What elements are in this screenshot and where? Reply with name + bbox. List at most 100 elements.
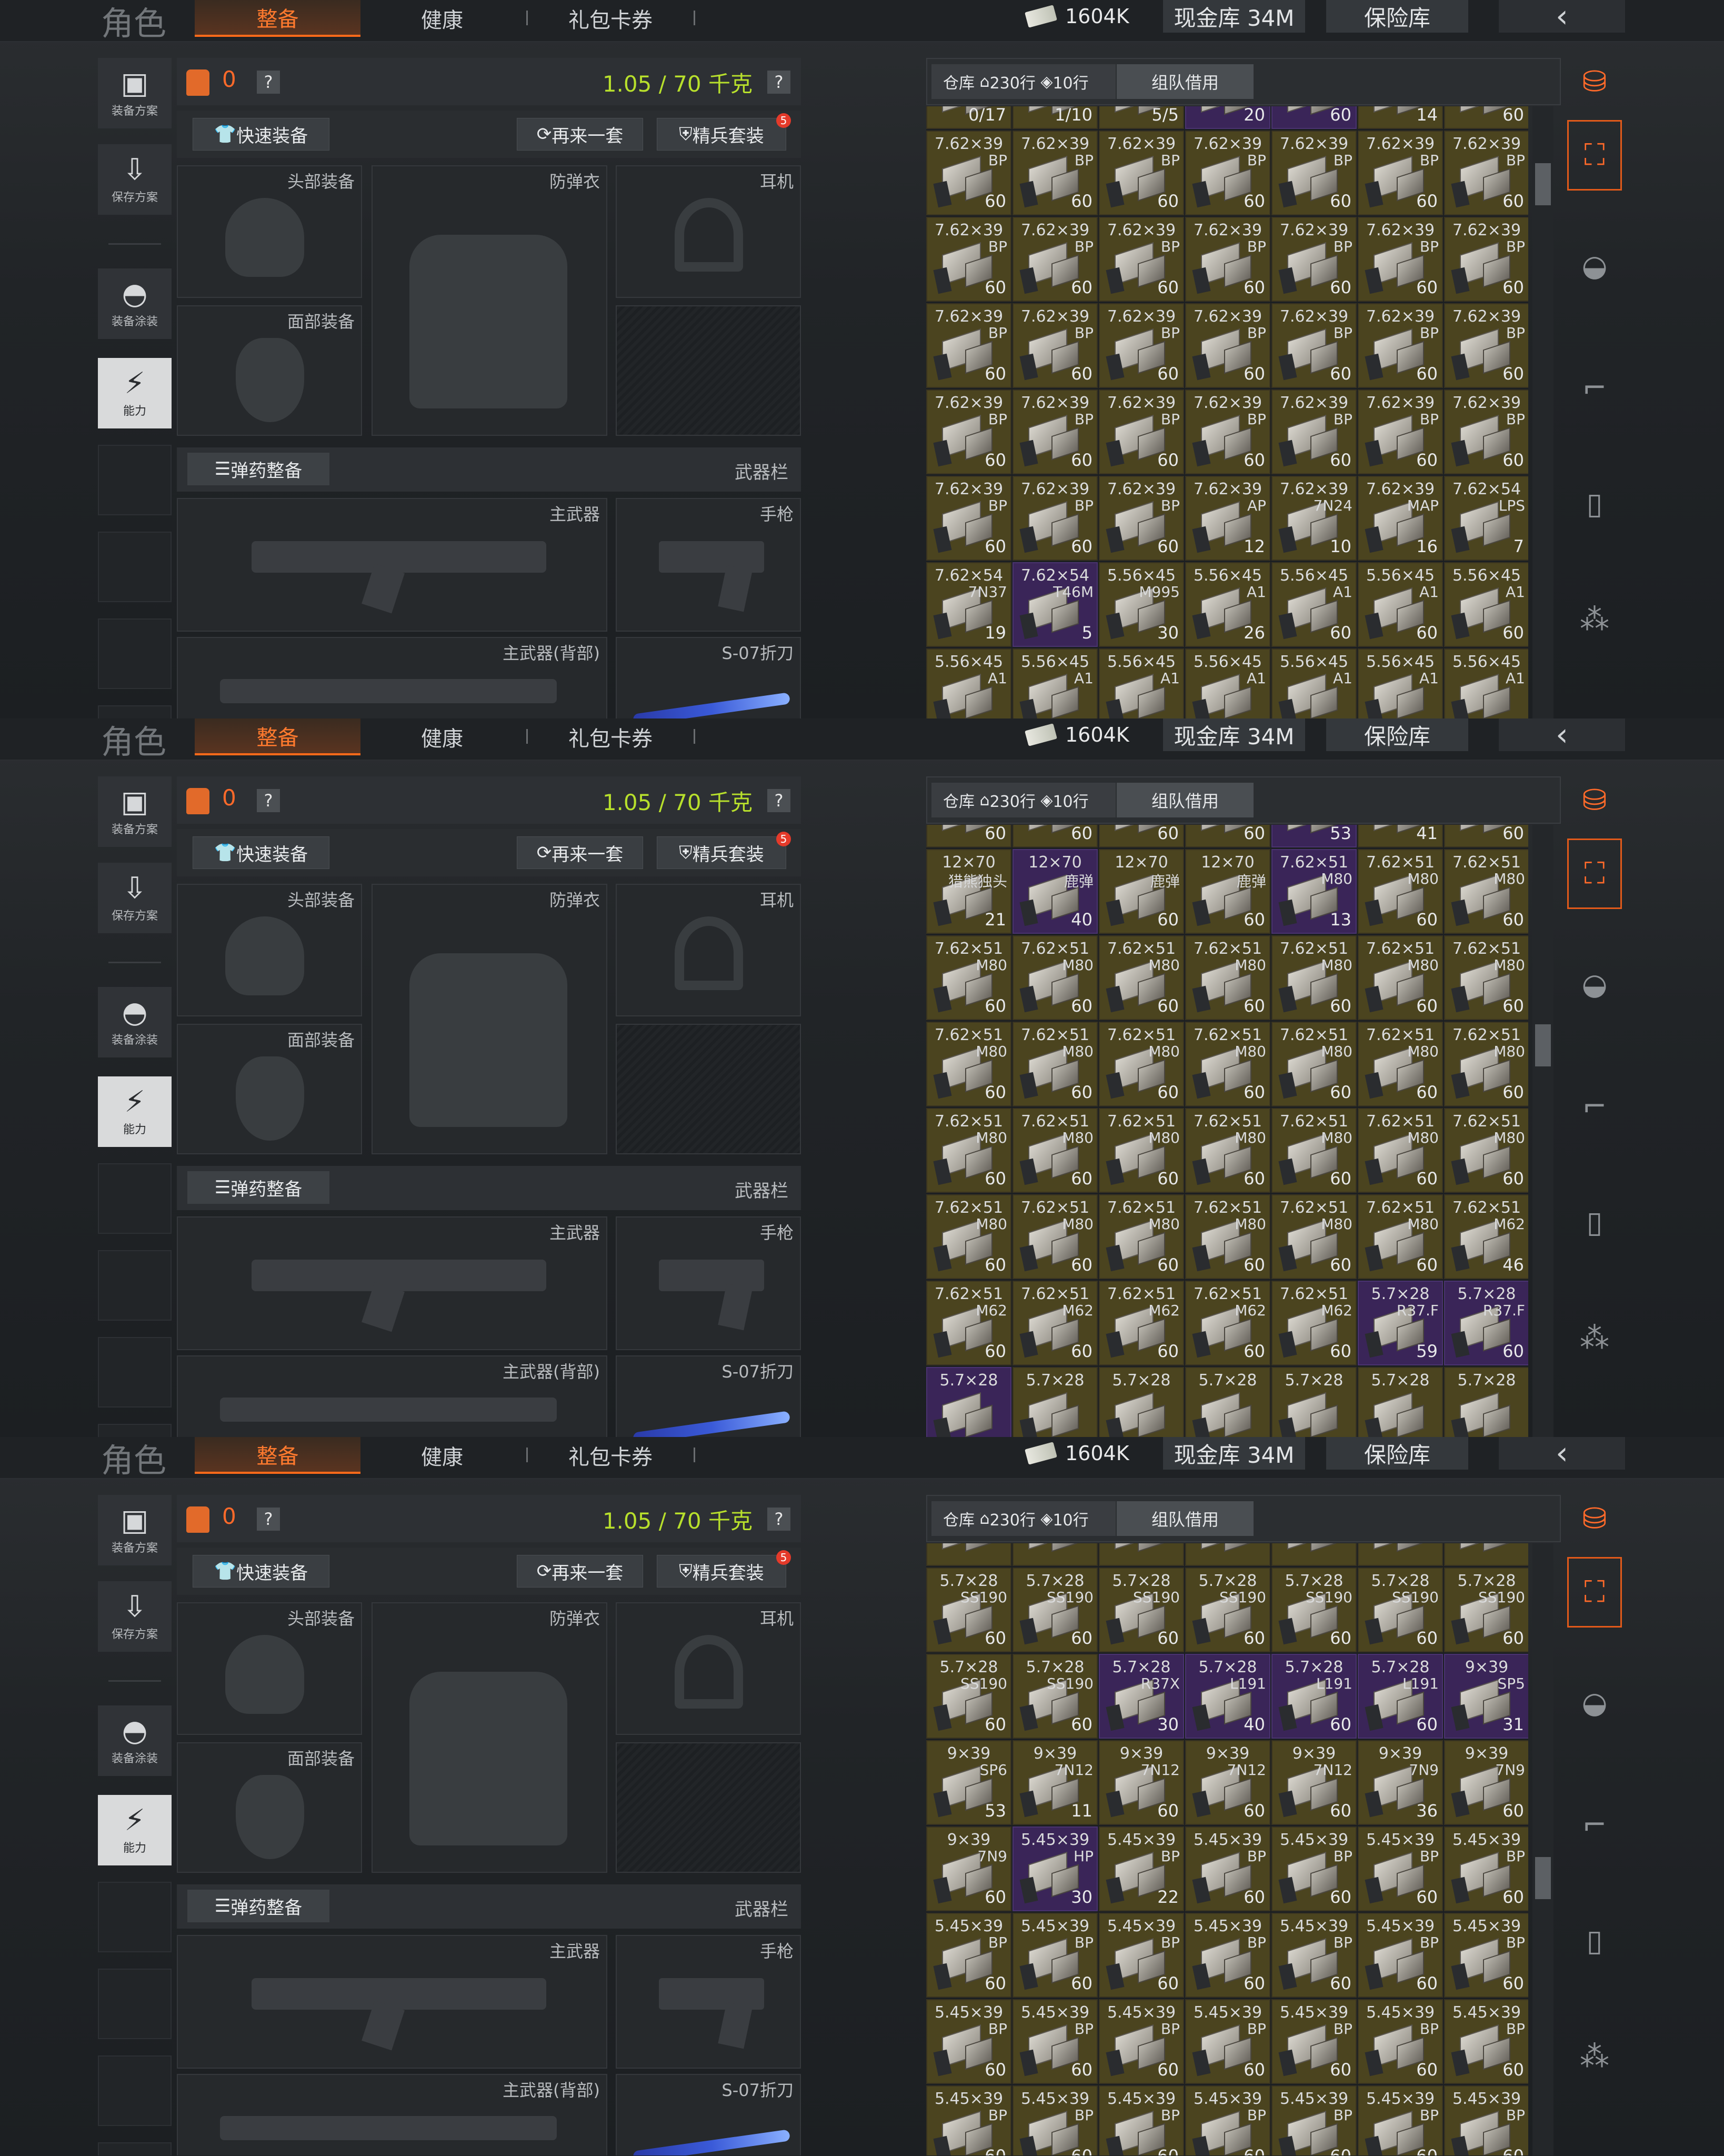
primary-weapon-slot[interactable]: 主武器: [177, 498, 607, 632]
ear-slot[interactable]: 耳机: [616, 884, 801, 1016]
sidebar-item-4[interactable]: ⚡ 能力: [98, 358, 172, 428]
inventory-cell[interactable]: 7.62×54 LPS 7: [1444, 476, 1528, 561]
safe-box-button[interactable]: 保险库: [1326, 1437, 1468, 1470]
armor-slot[interactable]: 防弹衣: [372, 1602, 607, 1873]
help-button[interactable]: ?: [257, 789, 280, 812]
inventory-cell[interactable]: 5.7×28 L191 60: [1271, 1654, 1357, 1739]
inventory-cell[interactable]: 7.62×39 BP 60: [926, 390, 1011, 474]
inventory-cell[interactable]: 5.7×28 R37.F 59: [1358, 1281, 1443, 1365]
inventory-cell[interactable]: 5.7×28: [1358, 1367, 1443, 1437]
ammo-icon[interactable]: ⁂: [1567, 2021, 1622, 2092]
inventory-cell[interactable]: 7.62×39 BP 60: [1099, 476, 1184, 561]
inventory-cell[interactable]: 5.7×28 SS190 60: [926, 1568, 1011, 1652]
inventory-cell[interactable]: 7.62×39 BP 60: [1358, 390, 1443, 474]
inventory-cell[interactable]: 7.62×51 M80 60: [1358, 1108, 1443, 1193]
inventory-cell[interactable]: 5.45×39BP 60: [1271, 1913, 1357, 1998]
inventory-cell[interactable]: 5/5: [1099, 106, 1184, 129]
scrollbar-thumb[interactable]: [1535, 163, 1551, 205]
inventory-cell[interactable]: 7.62×39 MAP 16: [1358, 476, 1443, 561]
elite-set-button[interactable]: ⛨ 精兵套装 5: [657, 832, 791, 869]
inventory-cell[interactable]: 0/17: [926, 106, 1011, 129]
inventory-cell[interactable]: 14: [1358, 106, 1443, 129]
primary-weapon-slot[interactable]: 主武器: [177, 1935, 607, 2069]
inventory-cell[interactable]: 7.62×39 BP 60: [1099, 217, 1184, 302]
inventory-cell[interactable]: 5.7×28 SS190 60: [1099, 1568, 1184, 1652]
inventory-cell[interactable]: 5.45×39BP 60: [1444, 1913, 1528, 1998]
inventory-cell[interactable]: 7.62×39 BP 60: [1271, 303, 1357, 388]
inventory-cell[interactable]: 7.62×51 M80 60: [1444, 1022, 1528, 1106]
inventory-cell[interactable]: 7.62×51 M80 60: [1444, 935, 1528, 1020]
inventory-cell[interactable]: 7.62×51 M80 60: [1444, 1108, 1528, 1193]
inventory-cell[interactable]: 5.45×39BP 60: [1444, 1826, 1528, 1911]
inventory-cell[interactable]: 5.56×45 A1: [1271, 648, 1357, 718]
rifle-icon[interactable]: ⌐: [1567, 1790, 1622, 1860]
layers-icon[interactable]: ⛁: [1567, 58, 1622, 105]
inventory-cell[interactable]: 7.62×39 BP 60: [1358, 131, 1443, 215]
inventory-cell[interactable]: 7.62×51 M80 60: [1185, 1022, 1270, 1106]
inventory-cell[interactable]: 7N3160: [1099, 825, 1184, 847]
inventory-cell[interactable]: 7.62×51 M80 60: [1013, 1022, 1098, 1106]
tab-coupons[interactable]: 礼包卡券: [547, 718, 674, 755]
inventory-cell[interactable]: 5.45×39BP 60: [1185, 1913, 1270, 1998]
inventory-cell[interactable]: 5.45×39BP 60: [1444, 2085, 1528, 2155]
inventory-cell[interactable]: 5.7×28 SS190 60: [1013, 1568, 1098, 1652]
inventory-cell[interactable]: [1444, 1543, 1528, 1566]
inventory-cell[interactable]: 7.62×39 BP 60: [926, 476, 1011, 561]
inventory-cell[interactable]: 7.62×51 M80 60: [1271, 935, 1357, 1020]
safe-box-button[interactable]: 保险库: [1326, 0, 1468, 33]
inventory-cell[interactable]: 7.62×51 M80 13: [1271, 849, 1357, 934]
pistol-slot[interactable]: 手枪: [616, 1216, 801, 1350]
inventory-cell[interactable]: 7.62×39 BP 60: [1099, 390, 1184, 474]
inventory-cell[interactable]: 7.62×51 M80 60: [1271, 1108, 1357, 1193]
inventory-cell[interactable]: 7.62×39 AP 12: [1185, 476, 1270, 561]
elite-set-button[interactable]: ⛨ 精兵套装 5: [657, 113, 791, 151]
ear-slot[interactable]: 耳机: [616, 1602, 801, 1735]
inventory-cell[interactable]: 5.45×39BP 60: [926, 1913, 1011, 1998]
inventory-cell[interactable]: 7.62×51 M80 60: [1444, 849, 1528, 934]
help-button[interactable]: ?: [257, 71, 280, 94]
tab-health[interactable]: 健康: [379, 0, 505, 37]
inventory-cell[interactable]: 7.62×51 M80 60: [1358, 849, 1443, 934]
stack-icon[interactable]: ⛶: [1567, 120, 1622, 191]
armor-slot[interactable]: 防弹衣: [372, 165, 607, 436]
inventory-cell[interactable]: 7.62×51 M80 60: [926, 1022, 1011, 1106]
sidebar-item-1[interactable]: ▣ 装备方案: [98, 1495, 172, 1565]
inventory-cell[interactable]: 7.62×51 M80 60: [926, 935, 1011, 1020]
sidebar-item-4[interactable]: ⚡ 能力: [98, 1795, 172, 1865]
back-weapon-slot[interactable]: 主武器(背部): [177, 637, 607, 718]
weight-help-button[interactable]: ?: [767, 1508, 790, 1531]
inventory-cell[interactable]: 7.62×51 M80 60: [1185, 1108, 1270, 1193]
ear-slot[interactable]: 耳机: [616, 165, 801, 298]
inventory-cell[interactable]: AP6.353: [1271, 825, 1357, 847]
inventory-cell[interactable]: 5.56×45 A1: [926, 648, 1011, 718]
knife-slot[interactable]: S-07折刀: [616, 1355, 801, 1437]
inventory-cell[interactable]: 7.62×39 BP 60: [1444, 390, 1528, 474]
ammo-icon[interactable]: ⁂: [1567, 1303, 1622, 1373]
inventory-cell[interactable]: 7.62×39 BP 60: [1444, 303, 1528, 388]
team-borrow-tab[interactable]: 组队借用: [1117, 64, 1254, 99]
inventory-cell[interactable]: 7.62×39 BP 60: [1271, 390, 1357, 474]
inventory-cell[interactable]: 7.62×51 M80 60: [1099, 1108, 1184, 1193]
inventory-cell[interactable]: 5.45×39BP 60: [1185, 1999, 1270, 2084]
inventory-cell[interactable]: 7.62×51 M62 60: [1099, 1281, 1184, 1365]
knife-slot[interactable]: S-07折刀: [616, 637, 801, 718]
inventory-cell[interactable]: 5.45×39BP 60: [1185, 1826, 1270, 1911]
inventory-cell[interactable]: 5.56×45 A1 60: [1358, 562, 1443, 647]
head-slot[interactable]: 头部装备: [177, 884, 362, 1016]
face-slot[interactable]: 面部装备: [177, 1024, 362, 1154]
helmet-icon[interactable]: ◒: [1567, 1668, 1622, 1738]
sidebar-item-3[interactable]: ◓ 装备涂装: [98, 987, 172, 1057]
safe-box-button[interactable]: 保险库: [1326, 718, 1468, 751]
inventory-cell[interactable]: 7.62×39 BP 60: [1358, 303, 1443, 388]
inventory-cell[interactable]: 7N3160: [1185, 825, 1270, 847]
inventory-cell[interactable]: [1185, 1543, 1270, 1566]
inventory-cell[interactable]: 9×39 7N9 60: [1444, 1740, 1528, 1825]
inventory-cell[interactable]: 60: [1444, 106, 1528, 129]
inventory-cell[interactable]: 5.56×45 A1 26: [1185, 562, 1270, 647]
inventory-cell[interactable]: 7.62×54 T46M 5: [1013, 562, 1098, 647]
team-borrow-tab[interactable]: 组队借用: [1117, 783, 1254, 817]
magazine-icon[interactable]: ▯: [1567, 1905, 1622, 1976]
inventory-cell[interactable]: 7.62×39 BP 60: [1444, 131, 1528, 215]
inventory-cell[interactable]: 5.56×45 A1: [1358, 648, 1443, 718]
back-weapon-slot[interactable]: 主武器(背部): [177, 1355, 607, 1437]
